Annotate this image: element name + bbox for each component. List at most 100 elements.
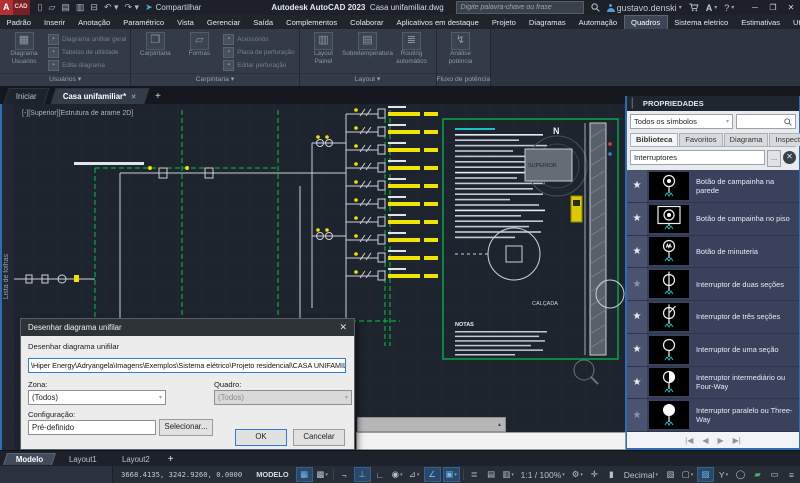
restore-button[interactable]: ❐ — [764, 3, 782, 12]
isolate-objects-icon[interactable]: ▮ — [604, 468, 619, 481]
favorite-star-icon[interactable]: ★ — [627, 367, 647, 399]
polar-tracking-icon[interactable]: ◉▾ — [390, 468, 405, 481]
ribbon-tab-utilidade[interactable]: Utilidade — [787, 15, 800, 29]
graphics-monitor-icon[interactable]: ▢▾ — [680, 468, 695, 481]
ribbon-tab-saída[interactable]: Saída — [247, 15, 280, 29]
annotation-visibility-icon[interactable]: ▤ — [484, 468, 499, 481]
favorite-star-icon[interactable]: ★ — [627, 399, 647, 431]
panel-label[interactable]: Usuários ▾ — [0, 73, 130, 86]
object-snap-tracking-icon[interactable]: ∠ — [424, 467, 441, 482]
infer-constraints-icon[interactable]: ¬ — [337, 468, 352, 481]
ribbon-tab-projeto[interactable]: Projeto — [485, 15, 522, 29]
config-input[interactable]: Pré-definido — [28, 420, 156, 435]
symbol-search-input[interactable] — [736, 114, 796, 129]
panel-label[interactable]: Carpintaria ▾ — [131, 73, 298, 86]
undo-icon[interactable]: ↶ ▾ — [104, 2, 119, 13]
users-diagram-button[interactable]: ▦DiagramaUsuarios — [4, 32, 44, 66]
layout-panel-button[interactable]: ▥LayoutPainel — [304, 32, 344, 66]
ribbon-tab-complementos[interactable]: Complementos — [280, 15, 344, 29]
symbol-row[interactable]: ★Botão de minuteria — [627, 236, 799, 269]
open-file-icon[interactable]: ▱ — [48, 2, 55, 13]
sync-status-icon[interactable]: ▰ — [750, 468, 765, 481]
grid-icon[interactable]: ▦ — [296, 467, 313, 482]
unifilar-button[interactable]: ▪Diagrama unifilar geral — [48, 33, 126, 45]
carpentry-button[interactable]: ❒Carpintaria — [135, 32, 175, 58]
selection-filter-icon[interactable]: Y▾ — [716, 468, 731, 481]
hardware-acceleration-icon[interactable]: ▨ — [697, 467, 714, 482]
redo-icon[interactable]: ↷ ▾ — [125, 2, 140, 13]
auto-routing-button[interactable]: ≣Routingautomático — [392, 32, 432, 66]
save-as-icon[interactable]: ▥ — [76, 2, 85, 13]
project-path-input[interactable]: \Hiper Energy\Adryangela\Imagens\Exemplo… — [28, 358, 346, 373]
symbol-row[interactable]: ★Botão de campainha no piso — [627, 203, 799, 236]
properties-tab-favoritos[interactable]: Favoritos — [679, 133, 722, 146]
autocad-logo-icon[interactable]: ACAD — [0, 0, 30, 15]
share-button[interactable]: ➤ Compartilhar — [145, 2, 201, 13]
ribbon-tab-vista[interactable]: Vista — [171, 15, 201, 29]
symbol-filter-select[interactable]: Todos os símbolos▾ — [630, 114, 733, 129]
favorite-star-icon[interactable]: ★ — [627, 301, 647, 333]
symbol-row[interactable]: ★Interruptor de uma seção — [627, 334, 799, 367]
ribbon-tab-gerenciar[interactable]: Gerenciar — [200, 15, 246, 29]
autoscale-icon[interactable]: ▥▾ — [501, 468, 516, 481]
command-history-bar[interactable]: ▴ — [357, 417, 506, 432]
file-tab-casa-unifamiliar-[interactable]: Casa unifamiliar*✕ — [50, 88, 149, 104]
first-page-icon[interactable]: |◀ — [685, 436, 693, 445]
object-snap-icon[interactable]: ▣▾ — [443, 467, 460, 482]
app-store-cart-icon[interactable] — [689, 3, 699, 12]
ribbon-tab-padrão[interactable]: Padrão — [0, 15, 38, 29]
zona-select[interactable]: (Todos)▾ — [28, 390, 166, 405]
panel-label[interactable]: Fluxo de potência — [437, 73, 491, 86]
ribbon-tab-anotação[interactable]: Anotação — [72, 15, 117, 29]
close-button[interactable]: ✕ — [782, 3, 800, 12]
units[interactable]: Decimal▾ — [621, 468, 661, 481]
layout-tab-layout1[interactable]: Layout1 — [58, 454, 109, 465]
edit-drill-button[interactable]: ▪Editar perfuração — [223, 59, 294, 71]
signed-in-user[interactable]: gustavo.denski▾ — [607, 3, 682, 13]
new-layout-button[interactable]: + — [168, 454, 174, 465]
ribbon-tab-aplicativos-em-destaque[interactable]: Aplicativos em destaque — [390, 15, 485, 29]
autodesk-app-icon[interactable]: A▾ — [706, 3, 718, 13]
utility-table-button[interactable]: ▪Tabelas de utilidade — [48, 46, 126, 58]
search-icon[interactable] — [591, 3, 600, 12]
ribbon-tab-automação[interactable]: Automação — [572, 15, 623, 29]
clear-filter-icon[interactable]: ✕ — [783, 151, 796, 164]
close-tab-icon[interactable]: ✕ — [131, 93, 137, 101]
symbol-row[interactable]: ★Interruptor de três seções — [627, 301, 799, 334]
quick-properties-icon[interactable]: ▧ — [663, 468, 678, 481]
favorite-star-icon[interactable]: ★ — [627, 334, 647, 366]
properties-panel-header[interactable]: ▏ PROPRIEDADES — [627, 96, 799, 111]
browse-categories-button[interactable]: ... — [767, 150, 781, 167]
annotation-scale[interactable]: 1:1 / 100%▾ — [518, 468, 568, 481]
ribbon-tab-colaborar[interactable]: Colaborar — [344, 15, 390, 29]
cancel-button[interactable]: Cancelar — [293, 429, 345, 446]
properties-tab-inspector[interactable]: Inspector — [769, 133, 800, 146]
layout-tab-layout2[interactable]: Layout2 — [110, 454, 161, 465]
accessories-button[interactable]: ▪Acessórios — [223, 33, 294, 45]
ribbon-tab-estimativas[interactable]: Estimativas — [735, 15, 787, 29]
symbol-row[interactable]: ★Botão de campainha na parede — [627, 170, 799, 203]
favorite-star-icon[interactable]: ★ — [627, 170, 647, 202]
save-icon[interactable]: ▤ — [61, 2, 70, 13]
favorite-star-icon[interactable]: ★ — [627, 268, 647, 300]
properties-tab-biblioteca[interactable]: Biblioteca — [630, 133, 678, 146]
clean-screen-icon[interactable]: ▭ — [767, 468, 782, 481]
power-analysis-button[interactable]: ↯Análisepotência — [441, 32, 481, 66]
workspace-icon[interactable]: ⚙▾ — [570, 468, 585, 481]
panel-label[interactable]: Layout ▾ — [300, 73, 436, 86]
ribbon-tab-sistema-eletrico[interactable]: Sistema eletrico — [668, 15, 735, 29]
overtemperature-button[interactable]: ▤Sobretemperatura — [348, 32, 388, 58]
shapes-button[interactable]: ▱Formas — [179, 32, 219, 58]
drill-plate-button[interactable]: ▪Placa de perfuração — [223, 46, 294, 58]
select-button[interactable]: Selecionar... — [159, 419, 213, 436]
new-drawing-tab-button[interactable]: + — [155, 91, 161, 104]
ok-button[interactable]: OK — [235, 429, 287, 446]
snap-icon[interactable]: ▩▾ — [315, 468, 330, 481]
ortho-icon[interactable]: ∟ — [373, 468, 388, 481]
layout-tab-modelo[interactable]: Modelo — [3, 453, 56, 465]
search-input[interactable]: Digite palavra-chave ou frase — [456, 1, 584, 14]
favorite-star-icon[interactable]: ★ — [627, 203, 647, 235]
performance-icon[interactable]: ◯ — [733, 468, 748, 481]
dynamic-input-icon[interactable]: ⊥ — [354, 467, 371, 482]
properties-tab-diagrama[interactable]: Diagrama — [724, 133, 769, 146]
